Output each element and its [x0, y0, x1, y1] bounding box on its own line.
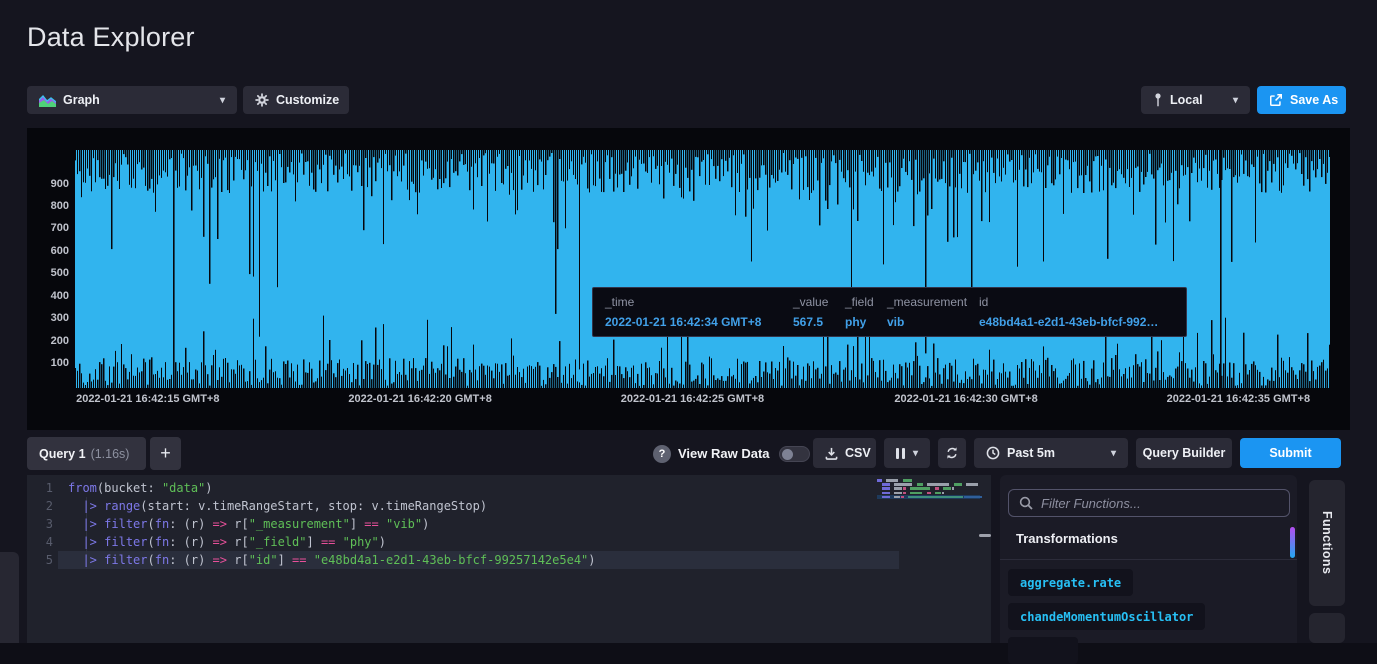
function-pill-aggregate.rate[interactable]: aggregate.rate — [1008, 569, 1133, 596]
save-as-button[interactable]: Save As — [1257, 86, 1346, 114]
view-type-label: Graph — [63, 93, 100, 107]
y-tick-label: 900 — [29, 178, 69, 190]
x-tick-label: 2022-01-21 16:42:15 GMT+8 — [76, 393, 219, 405]
y-tick-label: 100 — [29, 357, 69, 369]
line-number: 1 — [27, 479, 53, 497]
function-pill-chandeMomentumOscillator[interactable]: chandeMomentumOscillator — [1008, 603, 1205, 630]
y-tick-label: 600 — [29, 245, 69, 257]
local-label: Local — [1170, 93, 1203, 107]
code-line[interactable]: from(bucket: "data") — [68, 479, 213, 497]
page-title: Data Explorer — [27, 22, 195, 53]
csv-download-button[interactable]: CSV — [813, 438, 876, 468]
pause-refresh-button[interactable]: ▾ — [884, 438, 930, 468]
code-line[interactable]: |> filter(fn: (r) => r["_field"] == "phy… — [68, 533, 386, 551]
minimap-code-row — [877, 483, 978, 486]
tooltip-column-label: _time — [605, 295, 781, 309]
gear-icon — [255, 93, 269, 107]
functions-scrollbar[interactable] — [1290, 527, 1295, 558]
tooltip-column-value: phy — [845, 315, 875, 329]
tooltip-column-value: vib — [887, 315, 967, 329]
minimap-code-row — [877, 492, 944, 495]
editor-minimap[interactable] — [877, 479, 983, 505]
y-tick-label: 500 — [29, 267, 69, 279]
code-line[interactable]: |> range(start: v.timeRangeStart, stop: … — [68, 497, 487, 515]
chevron-down-icon: ▾ — [1233, 95, 1238, 106]
refresh-icon — [945, 446, 959, 460]
flux-editor[interactable]: 12345 from(bucket: "data") |> range(star… — [27, 475, 991, 643]
csv-label: CSV — [845, 446, 871, 460]
graph-type-icon — [39, 94, 56, 107]
query-builder-label: Query Builder — [1143, 446, 1226, 460]
left-edge-panel — [0, 552, 19, 643]
line-number: 2 — [27, 497, 53, 515]
tooltip-column-value: 567.5 — [793, 315, 833, 329]
line-number: 3 — [27, 515, 53, 533]
time-range-dropdown[interactable]: Past 5m ▾ — [974, 438, 1128, 468]
minimap-code-row — [877, 487, 954, 490]
x-tick-label: 2022-01-21 16:42:30 GMT+8 — [894, 393, 1037, 405]
y-tick-label: 400 — [29, 290, 69, 302]
tooltip-column-value: 2022-01-21 16:42:34 GMT+8 — [605, 315, 781, 329]
chevron-down-icon: ▾ — [913, 448, 918, 459]
add-query-button[interactable]: + — [150, 437, 181, 470]
functions-panel: Transformations aggregate.rate chandeMome… — [1000, 475, 1297, 643]
submit-label: Submit — [1269, 446, 1311, 460]
chevron-down-icon: ▾ — [220, 95, 225, 106]
tooltip-column-value: e48bd4a1-e2d1-43eb-bfcf-992… — [979, 315, 1174, 329]
minimap-code-row — [877, 479, 912, 482]
time-series-plot[interactable] — [75, 150, 1330, 388]
x-tick-label: 2022-01-21 16:42:35 GMT+8 — [1167, 393, 1310, 405]
chevron-down-icon: ▾ — [1111, 448, 1116, 459]
pin-icon — [1153, 93, 1163, 107]
customize-label: Customize — [276, 93, 339, 107]
tooltip-column-label: _field — [845, 295, 875, 309]
customize-button[interactable]: Customize — [243, 86, 349, 114]
submit-button[interactable]: Submit — [1240, 438, 1341, 468]
panel-resize-handle[interactable] — [979, 534, 991, 537]
y-tick-label: 800 — [29, 200, 69, 212]
local-dropdown[interactable]: Local ▾ — [1141, 86, 1250, 114]
search-icon — [1019, 496, 1033, 510]
search-input[interactable] — [1041, 496, 1279, 511]
code-line[interactable]: |> filter(fn: (r) => r["_measurement"] =… — [68, 515, 429, 533]
tooltip-column-label: id — [979, 295, 1174, 309]
minimap-code-row — [877, 496, 982, 499]
time-range-label: Past 5m — [1007, 446, 1055, 460]
section-divider — [1000, 559, 1297, 560]
help-icon[interactable]: ? — [653, 445, 671, 463]
filter-functions-searchbox[interactable] — [1008, 489, 1290, 517]
hover-tooltip: _time _value _field _measurement id 2022-01-2… — [592, 287, 1187, 337]
tooltip-column-label: _measurement — [887, 295, 967, 309]
query-tab[interactable]: Query 1 (1.16s) — [27, 437, 146, 470]
y-tick-label: 200 — [29, 335, 69, 347]
tab-collapsed-secondary[interactable] — [1309, 613, 1345, 643]
tab-functions-label: Functions — [1320, 511, 1334, 574]
tooltip-column-label: _value — [793, 295, 833, 309]
refresh-button[interactable] — [938, 438, 966, 468]
clock-icon — [986, 446, 1000, 460]
query-duration: (1.16s) — [91, 447, 130, 461]
view-raw-data-label: View Raw Data — [678, 437, 770, 470]
y-tick-label: 300 — [29, 312, 69, 324]
export-icon — [1269, 93, 1283, 107]
line-number: 5 — [27, 551, 53, 569]
download-icon — [825, 447, 838, 460]
chart-panel: 900 800 700 600 500 400 300 200 100 2022-01-21 1… — [27, 128, 1350, 430]
toggle-knob — [782, 449, 793, 460]
x-tick-label: 2022-01-21 16:42:25 GMT+8 — [621, 393, 764, 405]
line-number: 4 — [27, 533, 53, 551]
x-tick-label: 2022-01-21 16:42:20 GMT+8 — [348, 393, 491, 405]
function-pill-partial[interactable] — [1008, 637, 1078, 664]
view-raw-data-toggle[interactable] — [779, 446, 810, 462]
query-tab-label: Query 1 — [39, 447, 86, 461]
view-type-dropdown[interactable]: Graph ▾ — [27, 86, 237, 114]
code-line[interactable]: |> filter(fn: (r) => r["id"] == "e48bd4a… — [68, 551, 596, 569]
transformations-section-title: Transformations — [1016, 531, 1118, 546]
pause-icon — [896, 448, 905, 459]
y-tick-label: 700 — [29, 222, 69, 234]
data-explorer-screen: Data Explorer Graph ▾ — [0, 0, 1377, 643]
tab-functions[interactable]: Functions — [1309, 480, 1345, 606]
save-as-label: Save As — [1290, 93, 1338, 107]
query-builder-button[interactable]: Query Builder — [1136, 438, 1232, 468]
